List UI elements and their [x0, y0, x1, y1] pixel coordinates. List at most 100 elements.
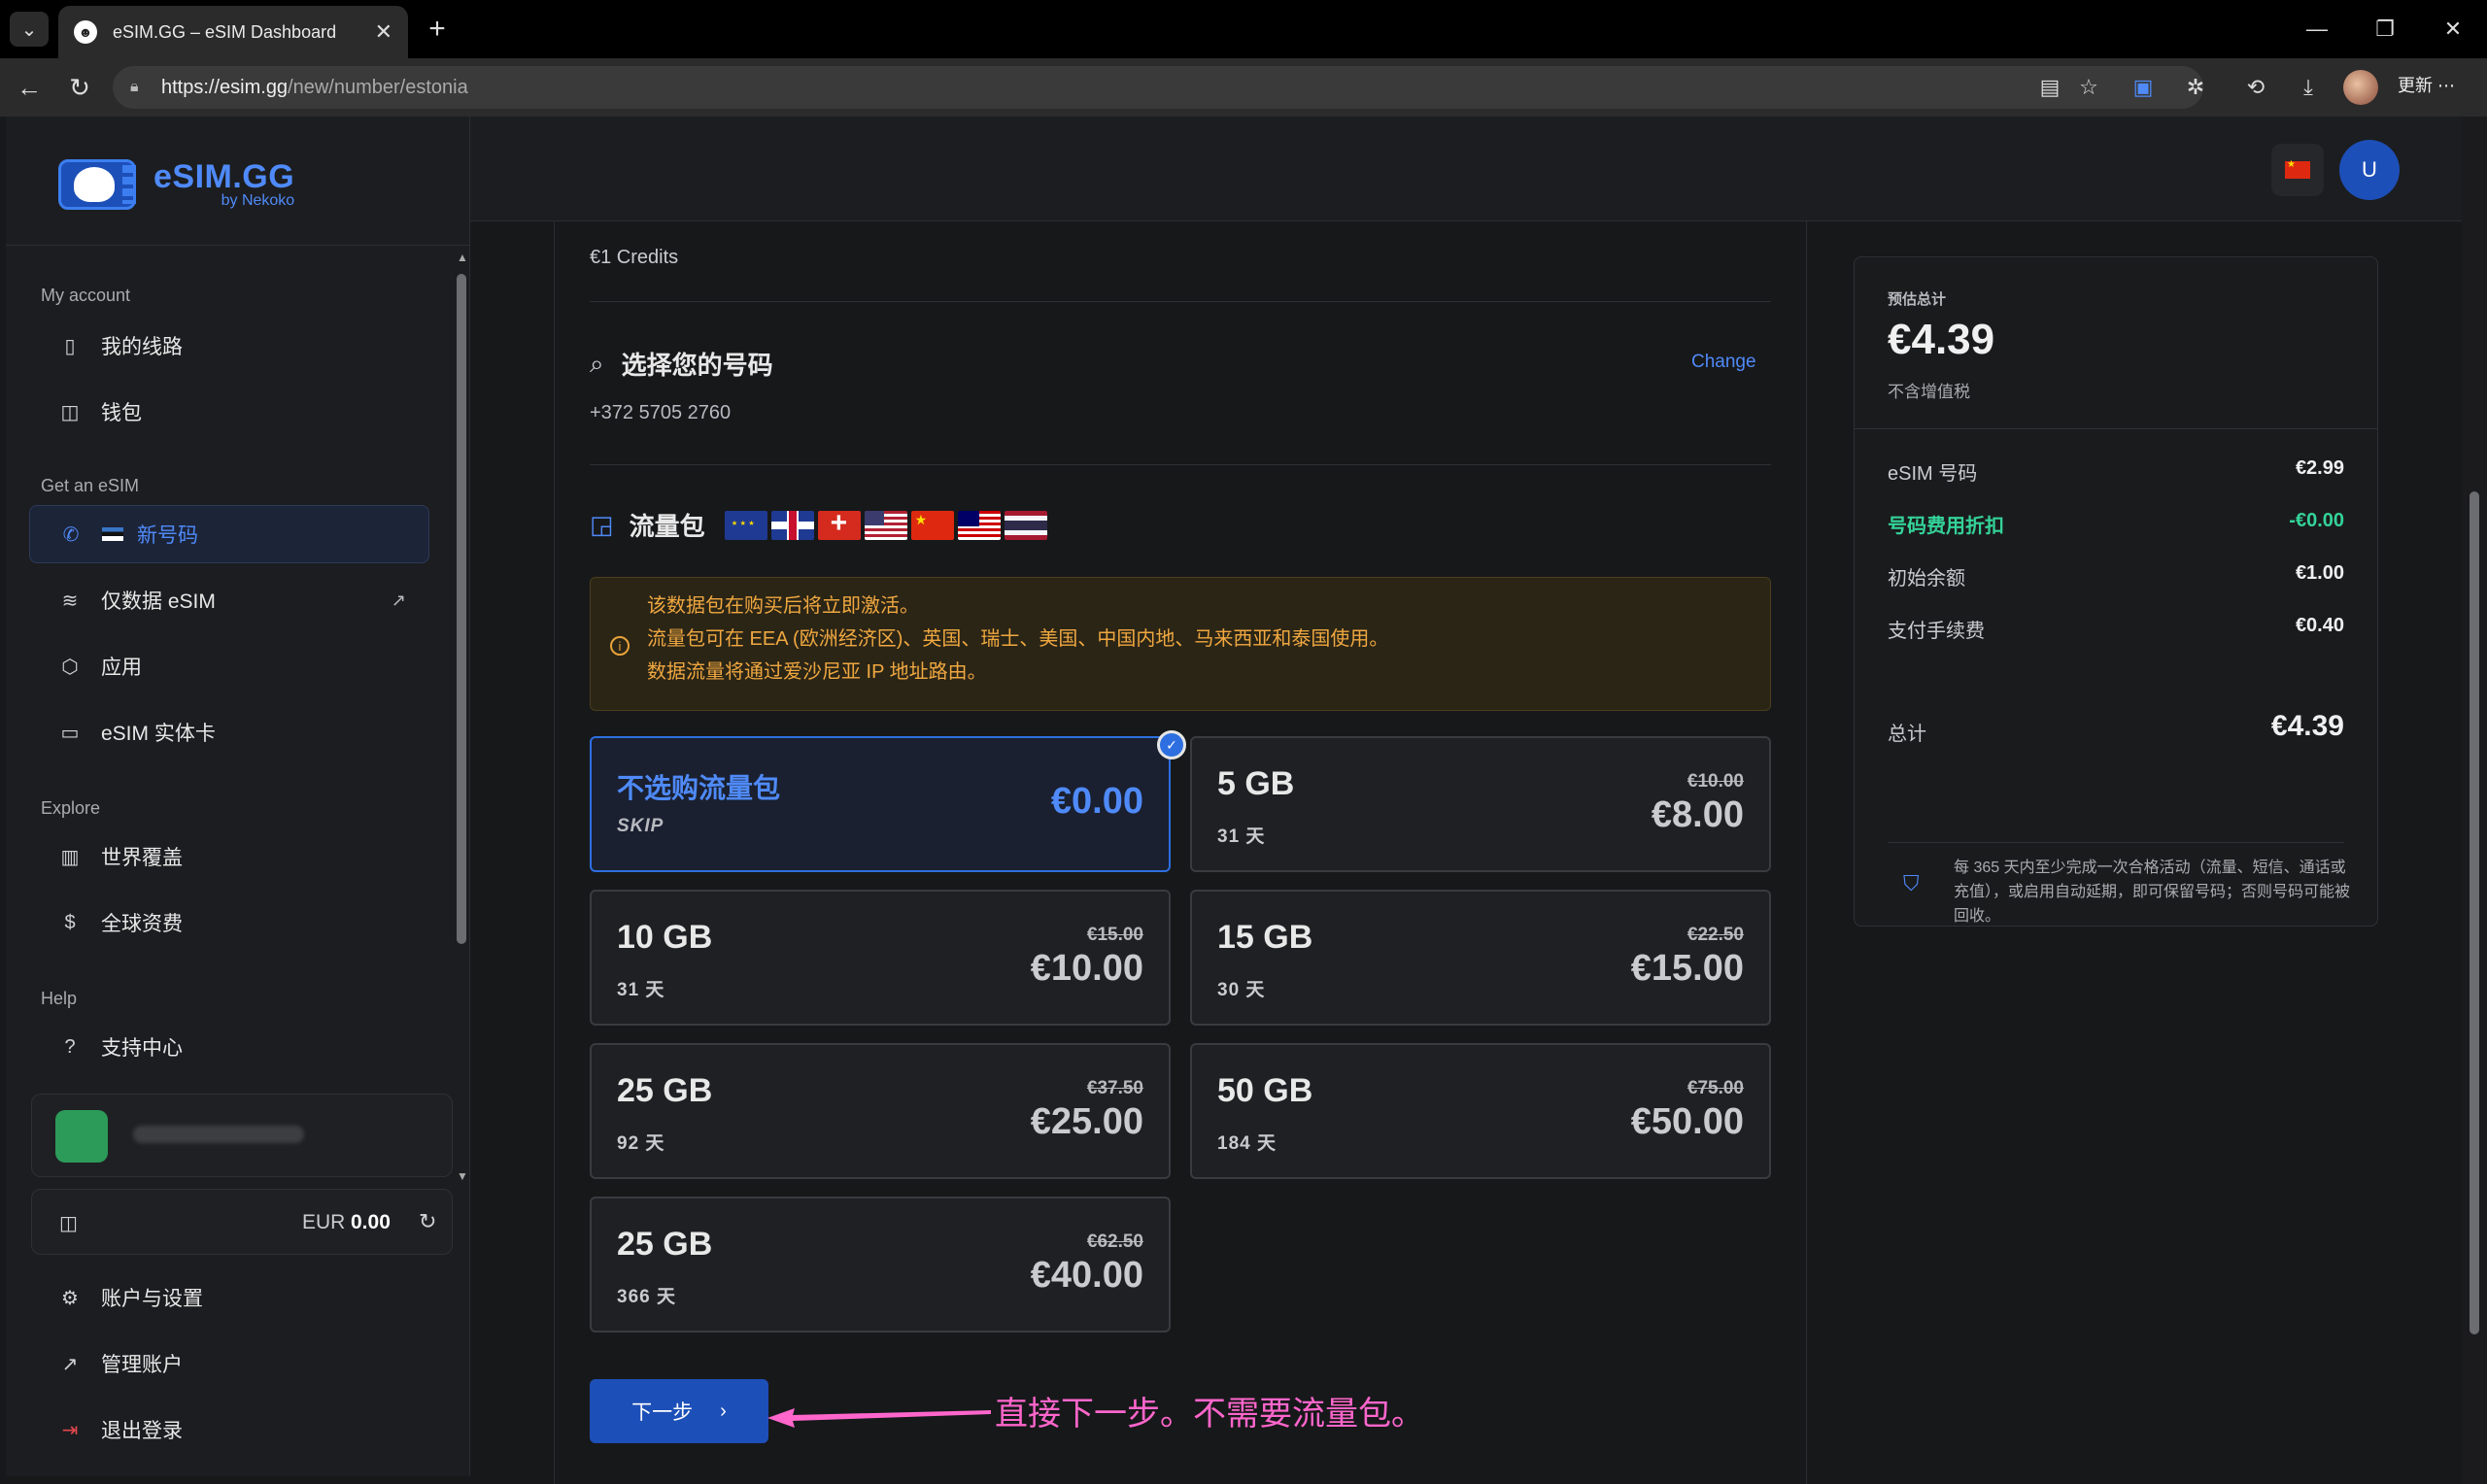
page-scrollbar[interactable] [2462, 117, 2487, 1484]
notice-line: 数据流量将通过爱沙尼亚 IP 地址路由。 [647, 661, 987, 683]
url-field[interactable]: 🔒︎ https://esim.gg/new/number/estonia [113, 66, 2203, 109]
retention-note: 每 365 天内至少完成一次合格活动（流量、短信、通话或充值），或启用自动延期，… [1954, 860, 2351, 925]
restore-icon[interactable]: ❐ [2361, 10, 2409, 49]
plan-days: 31 天 [1217, 826, 1266, 847]
sidebar-item-label: 仅数据 eSIM [101, 590, 216, 613]
favorite-star-icon[interactable]: ☆ [2073, 72, 2104, 103]
sidebar-item-manage-account[interactable]: ↗ 管理账户 [29, 1334, 429, 1393]
order-summary: 预估总计 €4.39 不含增值税 eSIM 号码 €2.99 号码费用折扣 -€… [1854, 256, 2378, 927]
back-icon[interactable]: ← [10, 68, 49, 107]
change-number-link[interactable]: Change [1691, 352, 1756, 373]
wallet-amount: 0.00 [351, 1211, 391, 1233]
credits-label: €1 Credits [590, 247, 679, 268]
sidebar-item-global-rates[interactable]: $ 全球资费 [29, 894, 429, 952]
tab-favicon-icon: ☻ [74, 20, 97, 44]
sidebar-item-my-lines[interactable]: ▯ 我的线路 [29, 317, 429, 375]
switzerland-flag-icon [817, 510, 861, 540]
sidebar-item-label: 世界覆盖 [101, 847, 183, 869]
summary-row-value: €1.00 [2295, 562, 2344, 584]
box-icon: ⬡ [61, 656, 79, 678]
sidebar-item-world-coverage[interactable]: ▥ 世界覆盖 [29, 827, 429, 886]
sidebar-item-account-settings[interactable]: ⚙ 账户与设置 [29, 1268, 429, 1327]
refresh-icon[interactable]: ↻ [419, 1209, 436, 1234]
sidebar-item-physical-esim[interactable]: ▭ eSIM 实体卡 [29, 703, 429, 761]
plan-old-price: €37.50 [1086, 1078, 1143, 1098]
page-scroll-thumb[interactable] [2470, 491, 2479, 1334]
section-my-account: My account [41, 286, 131, 305]
next-button[interactable]: 下一步 › [590, 1379, 768, 1443]
summary-row: 支付手续费 €0.40 [1888, 615, 2344, 644]
new-tab-icon[interactable]: + [418, 12, 457, 47]
shopping-bag-icon: ◲ [590, 510, 614, 539]
download-icon[interactable]: ⤓ [2293, 72, 2324, 103]
extension-icon[interactable]: ▣ [2128, 72, 2159, 103]
wallet-icon: ◫ [59, 1213, 78, 1234]
sidebar-scrollbar[interactable]: ▲ ▼ [453, 251, 468, 1183]
user-avatar-button[interactable]: U [2339, 140, 2400, 200]
sidebar-nav: My account ▯ 我的线路 ◫ 钱包 Get an eSIM ✆ 新号码… [6, 247, 453, 1185]
sidebar-item-label: eSIM 实体卡 [101, 723, 216, 745]
user-card[interactable] [31, 1094, 453, 1177]
selected-phone-number: +372 5705 2760 [590, 402, 732, 423]
minimize-icon[interactable]: — [2293, 10, 2341, 49]
plan-price: €25.00 [1030, 1101, 1143, 1142]
plan-name: 25 GB [617, 1072, 713, 1109]
check-icon: ✓ [1157, 730, 1186, 759]
url-host: https://esim.gg [161, 76, 289, 98]
sidebar-scroll-thumb[interactable] [457, 274, 466, 944]
plan-option[interactable]: 50 GB 184 天 €75.00 €50.00 [1190, 1043, 1771, 1179]
plan-option-skip[interactable]: 不选购流量包 SKIP €0.00 ✓ [590, 730, 1186, 872]
update-button[interactable]: 更新 ⋯ [2398, 72, 2455, 97]
plan-price: €50.00 [1630, 1101, 1744, 1142]
data-plan-notice: i 该数据包在购买后将立即激活。 流量包可在 EEA (欧洲经济区)、英国、瑞士… [590, 577, 1771, 711]
sidebar-item-wallet[interactable]: ◫ 钱包 [29, 383, 429, 441]
scroll-up-icon[interactable]: ▲ [457, 251, 468, 264]
divider [590, 464, 1771, 465]
browser-tab[interactable]: ☻ eSIM.GG – eSIM Dashboard ✕ [58, 6, 408, 58]
wifi-icon: ≋ [61, 590, 79, 612]
history-icon[interactable]: ⟲ [2240, 72, 2271, 103]
close-window-icon[interactable]: ✕ [2429, 10, 2477, 49]
summary-row-discount: 号码费用折扣 -€0.00 [1888, 510, 2344, 539]
sidebar-item-label: 账户与设置 [101, 1288, 203, 1310]
sidebar-item-support-center[interactable]: ? 支持中心 [29, 1018, 429, 1076]
sidebar-item-label: 新号码 [137, 524, 198, 547]
language-switcher[interactable] [2271, 144, 2324, 196]
extensions-puzzle-icon[interactable]: ✲ [2180, 72, 2211, 103]
plan-old-price: €75.00 [1686, 1078, 1744, 1098]
sidebar-item-apps[interactable]: ⬡ 应用 [29, 637, 429, 695]
sidebar-item-label: 退出登录 [101, 1420, 183, 1442]
sidebar-item-logout[interactable]: ⇥ 退出登录 [29, 1400, 429, 1459]
sidebar-item-label: 全球资费 [101, 913, 183, 935]
estimated-total-label: 预估总计 [1888, 291, 1947, 308]
plan-option[interactable]: 15 GB 30 天 €22.50 €15.00 [1190, 890, 1771, 1026]
scroll-down-icon[interactable]: ▼ [457, 1169, 468, 1183]
plan-option[interactable]: 5 GB 31 天 €10.00 €8.00 [1190, 736, 1771, 872]
divider [1888, 842, 2344, 843]
plan-name: 5 GB [1217, 765, 1295, 802]
brand-logo[interactable]: eSIM.GG by Nekoko [51, 152, 294, 216]
plan-days: 184 天 [1217, 1133, 1277, 1154]
sidebar-item-data-esim[interactable]: ≋ 仅数据 eSIM ↗ [29, 571, 429, 629]
summary-row-label: 支付手续费 [1888, 621, 1985, 642]
phone-call-icon: ✆ [62, 523, 80, 546]
plan-option[interactable]: 25 GB 92 天 €37.50 €25.00 [590, 1043, 1171, 1179]
browser-tab-bar: ⌄ ☻ eSIM.GG – eSIM Dashboard ✕ + — ❐ ✕ [0, 0, 2487, 58]
reload-icon[interactable]: ↻ [60, 68, 99, 107]
profile-avatar[interactable] [2343, 70, 2378, 105]
update-label: 更新 [2398, 76, 2433, 95]
plan-old-price: €10.00 [1686, 771, 1744, 792]
plan-name: 50 GB [1217, 1072, 1313, 1109]
sidebar-item-new-number[interactable]: ✆ 新号码 [29, 505, 429, 563]
plan-name: 10 GB [617, 919, 713, 956]
plan-option[interactable]: 10 GB 31 天 €15.00 €10.00 [590, 890, 1171, 1026]
notice-line: 该数据包在购买后将立即激活。 [647, 595, 919, 617]
tab-list-chevron-icon[interactable]: ⌄ [10, 12, 49, 47]
close-tab-icon[interactable]: ✕ [375, 19, 392, 45]
reader-view-icon[interactable]: ▤ [2034, 72, 2065, 103]
section-help: Help [41, 989, 78, 1008]
number-section-title: 选择您的号码 [621, 351, 773, 380]
plan-option[interactable]: 25 GB 366 天 €62.50 €40.00 [590, 1197, 1171, 1332]
divider [1855, 428, 2377, 429]
card-icon: ▭ [60, 722, 80, 744]
